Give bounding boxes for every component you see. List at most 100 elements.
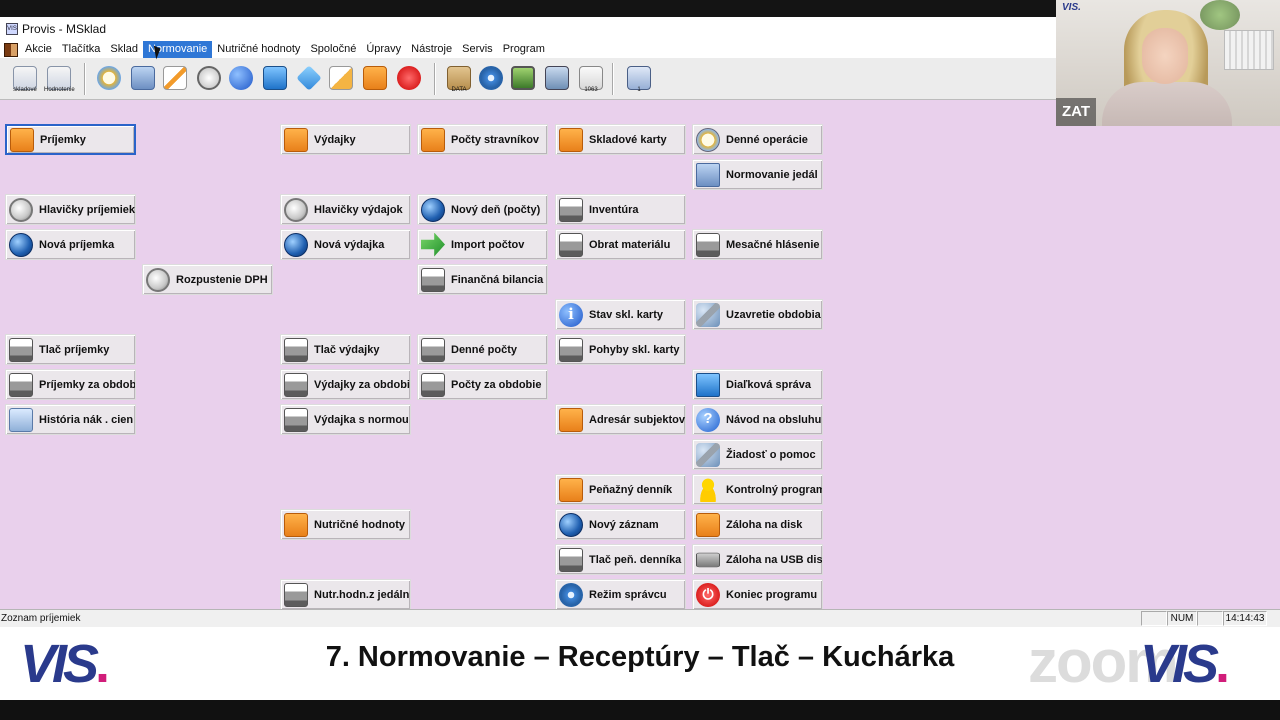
vydajka-s-normou-button[interactable]: Výdajka s normou [280,404,411,435]
mesacne-hlasenie-button[interactable]: Mesačné hlásenie [692,229,823,260]
toolbar-shield-edit-button[interactable]: Hodnotenie [44,63,75,93]
menu-item-6[interactable]: Úpravy [361,41,406,58]
door-icon[interactable] [4,42,18,57]
remote-monitor-icon [696,372,720,397]
import-poctov-button[interactable]: Import počtov [417,229,548,260]
toolbar-folder-button[interactable] [360,63,390,93]
button-label: Záloha na disk [726,518,803,531]
zaloha-na-usb-disk-button[interactable]: Záloha na USB disk [692,544,823,575]
nova-prijemka-button[interactable]: Nová príjemka [5,229,136,260]
globe-icon [9,232,33,257]
toolbar-diamond-button[interactable] [294,63,324,93]
menu-item-8[interactable]: Servis [457,41,498,58]
power-icon [397,66,421,90]
kontrolny-program-button[interactable]: Kontrolný program [692,474,823,505]
menu-item-1[interactable]: Tlačítka [57,41,106,58]
prijemky-za-obdobie-button[interactable]: Príjemky za obdobie [5,369,136,400]
denne-pocty-button[interactable]: Denné počty [417,334,548,365]
tlac-pen-dennika-button[interactable]: Tlač peň. denníka [555,544,686,575]
button-label: Hlavičky výdajok [314,203,403,216]
clock-icon [696,127,720,152]
calculator-icon [131,66,155,90]
menu-item-7[interactable]: Nástroje [406,41,457,58]
bottom-black-bar [0,700,1280,720]
dialkova-sprava-button[interactable]: Diaľková správa [692,369,823,400]
rezim-spravcu-button[interactable]: Režim správcu [555,579,686,610]
button-label: Hlavičky príjemiek [39,203,136,216]
menu-item-5[interactable]: Spoločné [305,41,361,58]
obrat-materialu-button[interactable]: Obrat materiálu [555,229,686,260]
hlavicky-vydajok-button[interactable]: Hlavičky výdajok [280,194,411,225]
button-label: Príjemky [40,133,86,146]
toolbar-edit-button[interactable] [160,63,190,93]
history-icon [9,407,33,432]
menu-item-0[interactable]: Akcie [20,41,57,58]
folder-icon [284,127,308,152]
stav-skl-karty-button[interactable]: i Stav skl. karty [555,299,686,330]
window-title: Provis - MSklad [22,22,107,36]
folder-icon [284,512,308,537]
button-label: Tlač príjemky [39,343,110,356]
koniec-programu-button[interactable]: ⏻ Koniec programu [692,579,823,610]
nutr-hodn-z-jedaln-button[interactable]: Nutr.hodn.z jedáln. [280,579,411,610]
menu-item-3[interactable]: Normovanie [142,41,213,58]
toolbar-data-box-button[interactable]: DATA [444,63,474,93]
toolbar-screen-button[interactable] [508,63,538,93]
toolbar-mail-button[interactable]: 1063 [576,63,606,93]
toolbar-note-button[interactable] [326,63,356,93]
vydajky-button[interactable]: Výdajky [280,124,411,155]
printer-icon [9,337,33,362]
zaloha-na-disk-button[interactable]: Záloha na disk [692,509,823,540]
tlac-prijemky-button[interactable]: Tlač príjemky [5,334,136,365]
nova-vydajka-button[interactable]: Nová výdajka [280,229,411,260]
penazny-dennik-button[interactable]: Peňažný denník [555,474,686,505]
toolbar-monitor-button[interactable] [260,63,290,93]
toolbar-power-button[interactable] [394,63,424,93]
normovanie-jedal-button[interactable]: Normovanie jedál [692,159,823,190]
hlavicky-prijemiek-button[interactable]: Hlavičky príjemiek [5,194,136,225]
inventura-button[interactable]: Inventúra [555,194,686,225]
prijemky-button[interactable]: Príjemky [5,124,136,155]
novy-zaznam-button[interactable]: Nový záznam [555,509,686,540]
tlac-vydajky-button[interactable]: Tlač výdajky [280,334,411,365]
clock-icon [97,66,121,90]
toolbar-network-button[interactable] [542,63,572,93]
printer-icon [284,407,308,432]
globe-icon [559,512,583,537]
toolbar-gear-button[interactable] [476,63,506,93]
toolbar-page-one-button[interactable]: 1 [624,63,654,93]
button-label: Tlač peň. denníka [589,553,682,566]
pohyby-skl-karty-button[interactable]: Pohyby skl. karty [555,334,686,365]
skladove-karty-button[interactable]: Skladové karty [555,124,686,155]
toolbar-magnifier-button[interactable] [194,63,224,93]
historia-nak-cien-button[interactable]: História nák . cien [5,404,136,435]
status-bar: Zoznam príjemiek NUM 14:14:43 [0,609,1280,627]
button-label: Rozpustenie DPH [176,273,268,286]
vydajky-za-obdobie-button[interactable]: Výdajky za obdobie [280,369,411,400]
toolbar-calculator-button[interactable] [128,63,158,93]
status-cell-empty-2 [1197,611,1223,626]
vis-logo-left: VIS. [20,634,110,694]
denne-operacie-button[interactable]: Denné operácie [692,124,823,155]
toolbar-info-button[interactable] [226,63,256,93]
novy-den-pocty-button[interactable]: Nový deň (počty) [417,194,548,225]
pocty-za-obdobie-button[interactable]: Počty za obdobie [417,369,548,400]
uzavretie-obdobia-button[interactable]: Uzavretie obdobia [692,299,823,330]
pocty-stravnikov-button[interactable]: Počty stravníkov [417,124,548,155]
status-clock: 14:14:43 [1223,611,1267,626]
financna-bilancia-button[interactable]: Finančná bilancia [417,264,548,295]
toolbar-shield-button[interactable]: skladové [10,63,40,93]
toolbar-clock-button[interactable] [94,63,124,93]
gear-icon [479,66,503,90]
menu-item-4[interactable]: Nutričné hodnoty [212,41,305,58]
nutricne-hodnoty-button[interactable]: Nutričné hodnoty [280,509,411,540]
navod-na-obsluhu-button[interactable]: ? Návod na obsluhu [692,404,823,435]
vis-logo-right: VIS. [1140,634,1230,694]
ziadost-o-pomoc-button[interactable]: Žiadosť o pomoc [692,439,823,470]
rozpustenie-dph-button[interactable]: Rozpustenie DPH [142,264,273,295]
button-label: Denné počty [451,343,518,356]
button-label: Počty stravníkov [451,133,540,146]
menu-item-2[interactable]: Sklad [105,41,143,58]
menu-item-9[interactable]: Program [498,41,550,58]
adresar-subjektov-button[interactable]: Adresár subjektov [555,404,686,435]
